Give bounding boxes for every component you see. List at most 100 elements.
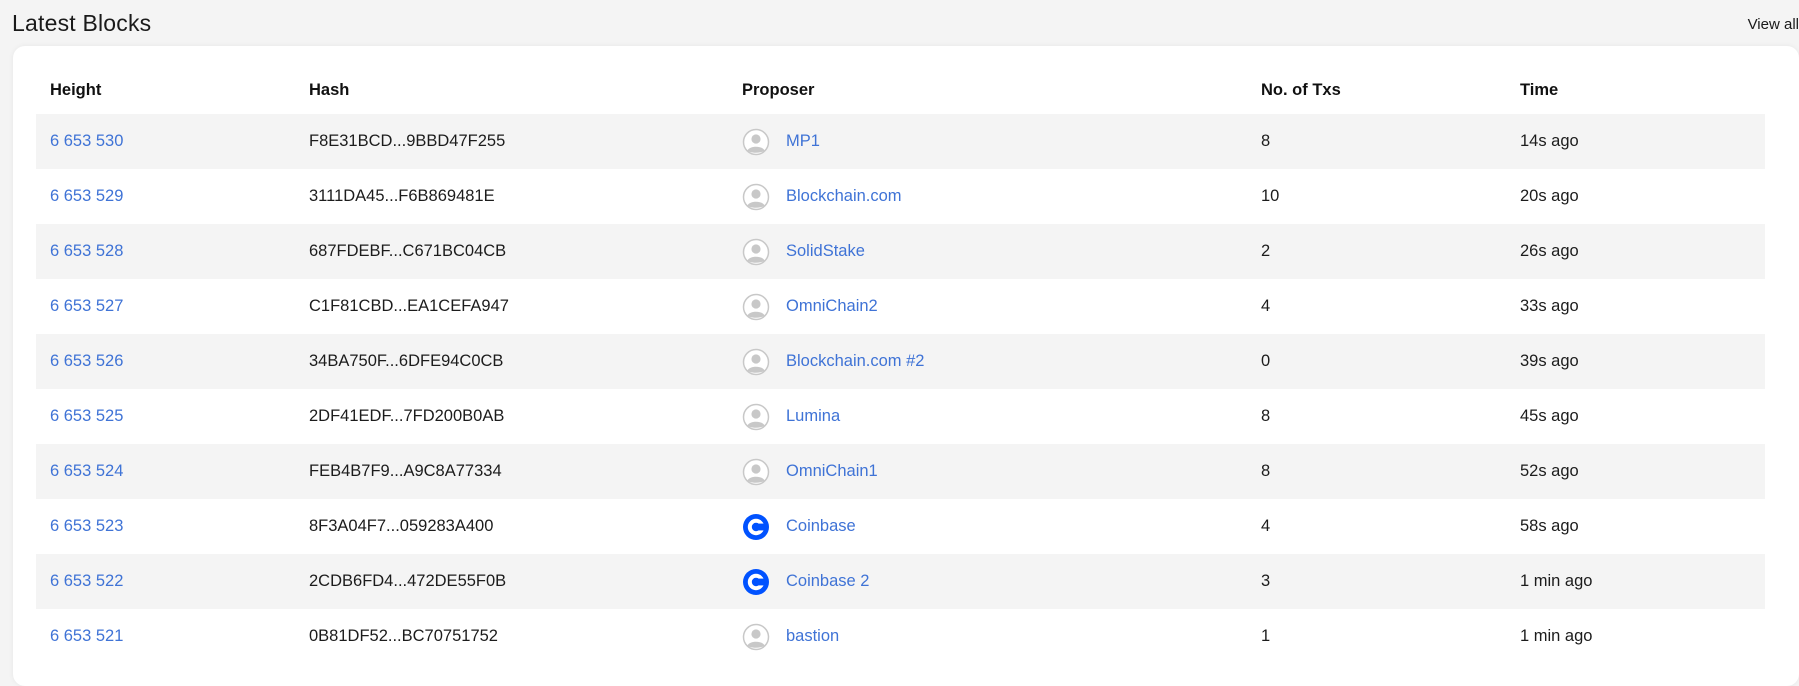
section-title: Latest Blocks: [12, 10, 152, 36]
block-height-link[interactable]: 6 653 524: [50, 462, 123, 480]
tx-count: 4: [1261, 517, 1271, 535]
tx-count: 8: [1247, 444, 1506, 499]
tx-count: 1: [1261, 627, 1271, 645]
default-avatar-icon: [742, 238, 770, 266]
proposer-cell-wrap: MP1: [728, 114, 1247, 169]
proposer-link[interactable]: OmniChain2: [786, 297, 878, 316]
default-avatar-icon: [742, 403, 770, 431]
proposer-cell: MP1: [742, 114, 1247, 169]
table-row: 6 653 529 3111DA45...F6B869481E Blockcha…: [36, 169, 1765, 224]
tx-count: 3: [1247, 554, 1506, 609]
view-all-link[interactable]: View all: [1748, 16, 1799, 33]
proposer-cell: OmniChain1: [742, 444, 1247, 499]
proposer-link[interactable]: Blockchain.com #2: [786, 352, 925, 371]
block-height-link[interactable]: 6 653 526: [50, 352, 123, 370]
block-hash: 2CDB6FD4...472DE55F0B: [295, 554, 728, 609]
block-time: 14s ago: [1506, 114, 1765, 169]
block-height-link[interactable]: 6 653 528: [50, 242, 123, 260]
block-hash: 2DF41EDF...7FD200B0AB: [309, 407, 505, 425]
coinbase-logo-icon: [742, 513, 770, 541]
default-avatar-icon: [742, 458, 770, 486]
tx-count: 0: [1247, 334, 1506, 389]
height-cell: 6 653 527: [36, 279, 295, 334]
block-height-link[interactable]: 6 653 523: [50, 517, 123, 535]
proposer-link[interactable]: bastion: [786, 627, 839, 646]
block-time: 58s ago: [1520, 517, 1579, 535]
height-cell: 6 653 521: [36, 609, 295, 664]
block-hash: 3111DA45...F6B869481E: [309, 187, 495, 205]
block-height-link[interactable]: 6 653 525: [50, 407, 123, 425]
default-avatar-icon: [742, 623, 770, 651]
block-time: 52s ago: [1506, 444, 1765, 499]
height-cell: 6 653 526: [36, 334, 295, 389]
block-hash: FEB4B7F9...A9C8A77334: [295, 444, 728, 499]
latest-blocks-card: Height Hash Proposer No. of Txs Time 6 6…: [13, 46, 1799, 686]
coinbase-logo-icon: [742, 568, 770, 596]
proposer-cell-wrap: Lumina: [728, 389, 1247, 444]
proposer-link[interactable]: MP1: [786, 132, 820, 151]
proposer-cell: OmniChain2: [742, 279, 1247, 334]
default-avatar-icon: [742, 128, 770, 156]
table-row: 6 653 525 2DF41EDF...7FD200B0AB Lumina 8…: [36, 389, 1765, 444]
height-cell: 6 653 528: [36, 224, 295, 279]
block-time: 33s ago: [1520, 297, 1579, 315]
proposer-link[interactable]: SolidStake: [786, 242, 865, 261]
column-header-txs: No. of Txs: [1261, 80, 1341, 99]
proposer-cell-wrap: Blockchain.com #2: [728, 334, 1247, 389]
block-height-link[interactable]: 6 653 521: [50, 627, 123, 645]
proposer-link[interactable]: Blockchain.com: [786, 187, 902, 206]
table-row: 6 653 524 FEB4B7F9...A9C8A77334 OmniChai…: [36, 444, 1765, 499]
column-header-height: Height: [50, 80, 102, 99]
proposer-link[interactable]: Lumina: [786, 407, 840, 426]
default-avatar-icon: [742, 293, 770, 321]
block-height-link[interactable]: 6 653 527: [50, 297, 123, 315]
proposer-cell-wrap: bastion: [728, 609, 1247, 664]
table-row: 6 653 528 687FDEBF...C671BC04CB SolidSta…: [36, 224, 1765, 279]
tx-count: 10: [1261, 187, 1280, 205]
column-header-proposer: Proposer: [742, 80, 815, 99]
proposer-cell: Lumina: [742, 389, 1247, 444]
table-row: 6 653 530 F8E31BCD...9BBD47F255 MP1 8 14…: [36, 114, 1765, 169]
proposer-cell: Coinbase: [742, 499, 1247, 554]
tx-count: 8: [1261, 407, 1271, 425]
proposer-cell: Blockchain.com #2: [742, 334, 1247, 389]
block-time: 20s ago: [1520, 187, 1579, 205]
block-time: 26s ago: [1506, 224, 1765, 279]
proposer-cell: SolidStake: [742, 224, 1247, 279]
height-cell: 6 653 522: [36, 554, 295, 609]
block-time: 39s ago: [1506, 334, 1765, 389]
default-avatar-icon: [742, 183, 770, 211]
blocks-table-body: 6 653 530 F8E31BCD...9BBD47F255 MP1 8 14…: [36, 114, 1765, 664]
latest-blocks-header: Latest Blocks View all: [0, 0, 1799, 46]
block-hash: 8F3A04F7...059283A400: [309, 517, 494, 535]
block-time: 1 min ago: [1520, 627, 1593, 645]
block-hash: 34BA750F...6DFE94C0CB: [295, 334, 728, 389]
block-height-link[interactable]: 6 653 529: [50, 187, 123, 205]
table-row: 6 653 522 2CDB6FD4...472DE55F0B Coinbase…: [36, 554, 1765, 609]
table-row: 6 653 526 34BA750F...6DFE94C0CB Blockcha…: [36, 334, 1765, 389]
block-time: 1 min ago: [1506, 554, 1765, 609]
block-hash: 687FDEBF...C671BC04CB: [295, 224, 728, 279]
proposer-link[interactable]: Coinbase 2: [786, 572, 869, 591]
tx-count: 4: [1261, 297, 1271, 315]
tx-count: 2: [1247, 224, 1506, 279]
height-cell: 6 653 523: [36, 499, 295, 554]
proposer-cell-wrap: SolidStake: [728, 224, 1247, 279]
block-hash: F8E31BCD...9BBD47F255: [295, 114, 728, 169]
column-header-hash: Hash: [309, 80, 350, 99]
height-cell: 6 653 530: [36, 114, 295, 169]
proposer-cell: Coinbase 2: [742, 554, 1247, 609]
block-height-link[interactable]: 6 653 530: [50, 132, 123, 150]
block-height-link[interactable]: 6 653 522: [50, 572, 123, 590]
proposer-cell: Blockchain.com: [742, 169, 1247, 224]
default-avatar-icon: [742, 348, 770, 376]
height-cell: 6 653 529: [36, 169, 295, 224]
blocks-table: Height Hash Proposer No. of Txs Time 6 6…: [36, 66, 1765, 664]
proposer-cell-wrap: Coinbase: [728, 499, 1247, 554]
tx-count: 8: [1247, 114, 1506, 169]
column-header-time: Time: [1520, 80, 1559, 99]
proposer-cell: bastion: [742, 609, 1247, 664]
proposer-link[interactable]: OmniChain1: [786, 462, 878, 481]
proposer-link[interactable]: Coinbase: [786, 517, 856, 536]
height-cell: 6 653 524: [36, 444, 295, 499]
